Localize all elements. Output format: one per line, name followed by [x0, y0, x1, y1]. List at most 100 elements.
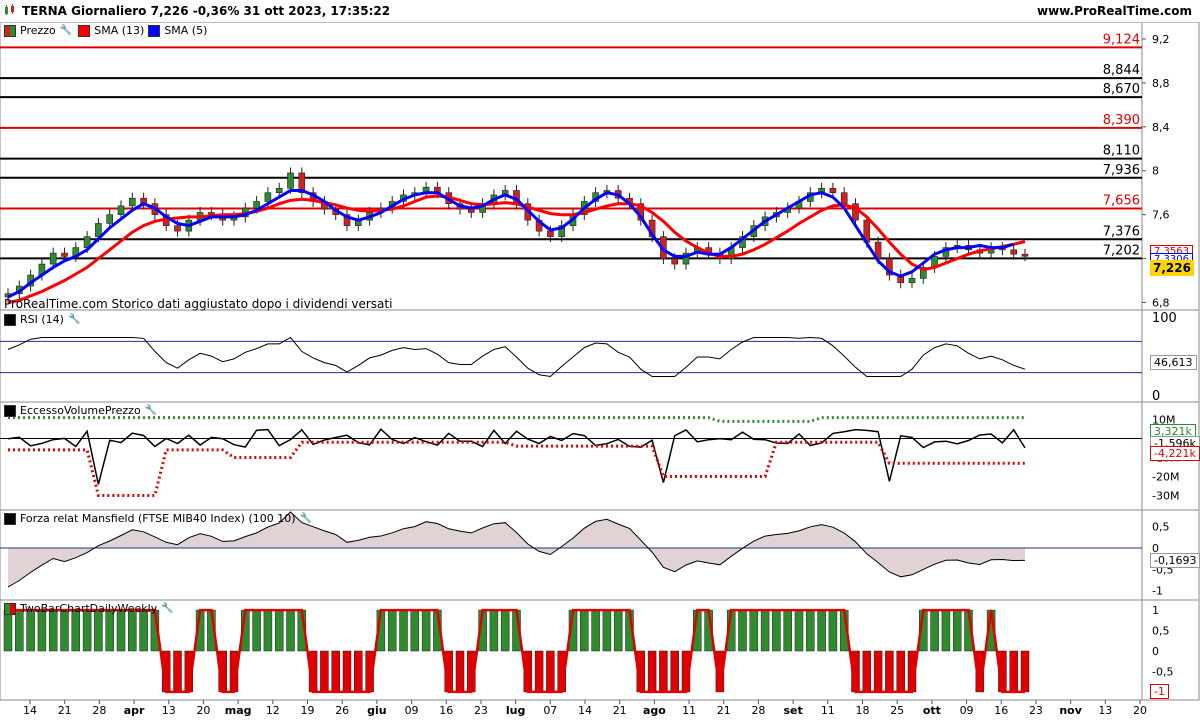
candle-body: [61, 252, 68, 257]
x-tick-label: 14: [578, 704, 592, 717]
twobar-bar: [320, 650, 329, 693]
twobar-bar: [952, 609, 962, 652]
twobar-bar: [941, 609, 951, 652]
site-link[interactable]: www.ProRealTime.com: [1037, 4, 1192, 18]
wrench-icon[interactable]: 🔧: [161, 603, 173, 614]
twobar-bar: [82, 609, 92, 652]
twobar-bar: [274, 609, 284, 652]
y-tick-label: 9,2: [1152, 33, 1170, 46]
twobar-bar: [1009, 650, 1018, 693]
twobar-bar: [930, 609, 939, 652]
price-candles: [4, 167, 1029, 303]
x-tick-label: lug: [506, 704, 525, 717]
price-swatch-icon: [4, 24, 16, 37]
x-tick-label: mag: [225, 704, 252, 717]
evp-line: [7, 428, 1026, 485]
mansfield-tick-label: 0,5: [1152, 521, 1170, 534]
rsi-legend-label: RSI (14): [20, 313, 64, 326]
x-tick-label: 16: [994, 704, 1008, 717]
rsi-tick-label: 100: [1152, 311, 1177, 326]
rsi-value-box: 46,613: [1150, 355, 1197, 370]
sma5-swatch-icon: [148, 24, 161, 37]
rsi-line: [7, 336, 1026, 378]
twobar-bar: [37, 609, 47, 652]
twobar-bar: [602, 609, 612, 652]
wrench-icon[interactable]: 🔧: [300, 513, 312, 524]
twobar-bar: [342, 650, 352, 693]
twobar-bar: [60, 609, 69, 652]
twobar-bar: [15, 609, 24, 652]
chart-header: TERNA Giornaliero 7,226 -0,36% 31 ott 20…: [0, 0, 1200, 23]
sma5-line: [7, 189, 1015, 299]
twobar-bar: [286, 609, 295, 652]
x-tick-label: 26: [335, 704, 349, 717]
twobar-bar: [659, 650, 668, 693]
mansfield-value-box: -0,1693: [1150, 553, 1200, 568]
chart-canvas: 9,124 8,844 8,670 8,390 8,110 7,936 7,656 7,376…: [0, 21, 1200, 717]
candle-body: [1021, 253, 1029, 257]
twobar-swatch-icon: [4, 602, 16, 615]
twobar-value-box: -1: [1150, 684, 1169, 699]
twobar-bar: [794, 609, 804, 652]
candle-body: [106, 214, 113, 224]
twobar-bar: [670, 650, 679, 693]
x-tick-label: 09: [405, 704, 419, 717]
candle-body: [547, 230, 554, 237]
panel-frame-0: [0, 21, 1200, 311]
twobar-bar: [546, 650, 555, 693]
candle-body: [174, 225, 181, 232]
y-tick-label: 8,4: [1152, 121, 1170, 134]
wrench-icon[interactable]: 🔧: [68, 314, 80, 325]
x-tick-label: 11: [682, 704, 696, 717]
twobar-bar: [105, 609, 114, 652]
candle-body: [49, 252, 57, 265]
candle-body: [671, 258, 679, 265]
x-tick-label: 21: [613, 704, 627, 717]
twobar-bar: [772, 609, 781, 652]
evp-lower-box: -4,221k: [1150, 446, 1200, 461]
y-tick-label: 8: [1152, 165, 1159, 178]
twobar-bar: [331, 650, 340, 693]
twobar-bar: [817, 609, 826, 652]
twobar-tick-label: -0,5: [1152, 665, 1173, 678]
x-tick-label: 20: [196, 704, 210, 717]
twobar-bar: [263, 609, 273, 652]
twobar-bar: [48, 609, 58, 652]
rsi-tick-label: 0: [1152, 389, 1160, 404]
twobar-bar: [1020, 650, 1030, 693]
candle-body: [264, 192, 272, 202]
mansfield-legend: Forza relat Mansfield (FTSE MIB40 Index)…: [4, 512, 314, 525]
evp-legend-label: EccessoVolumePrezzo: [20, 404, 141, 417]
mansfield-legend-label: Forza relat Mansfield (FTSE MIB40 Index)…: [20, 512, 296, 525]
twobar-chart: 1 0,5 0 -0,5 -1: [3, 604, 1173, 699]
price-legend: Prezzo 🔧 SMA (13) SMA (5): [4, 24, 207, 37]
candles-icon: [5, 4, 14, 15]
x-tick-label: set: [783, 704, 802, 717]
x-tick-label: 16: [439, 704, 453, 717]
twobar-bar: [647, 650, 657, 693]
twobar-bar: [749, 609, 759, 652]
twobar-tick-label: 0,5: [1152, 625, 1170, 638]
x-tick-label: 07: [543, 704, 557, 717]
evp-legend: EccessoVolumePrezzo 🔧: [4, 404, 159, 417]
twobar-bar: [580, 609, 589, 652]
twobar-bar: [94, 609, 103, 652]
rsi-chart: 100 0: [0, 311, 1177, 404]
twobar-bar: [885, 650, 894, 693]
rsi-swatch-icon: [4, 313, 16, 326]
twobar-bar: [500, 609, 510, 652]
candle-body: [829, 188, 837, 194]
x-tick-label: 28: [92, 704, 106, 717]
legend-sma5-label: SMA (5): [164, 24, 208, 37]
level-label: 7,936: [1103, 163, 1140, 178]
x-tick-label: ago: [643, 704, 666, 717]
x-tick-label: 28: [751, 704, 765, 717]
wrench-icon[interactable]: 🔧: [60, 25, 72, 36]
twobar-bar: [455, 650, 465, 693]
candle-body: [908, 278, 916, 284]
candle-body: [253, 201, 260, 209]
legend-sma13-label: SMA (13): [94, 24, 145, 37]
twobar-bar: [873, 650, 883, 693]
wrench-icon[interactable]: 🔧: [145, 405, 157, 416]
level-label: 8,670: [1103, 82, 1140, 97]
